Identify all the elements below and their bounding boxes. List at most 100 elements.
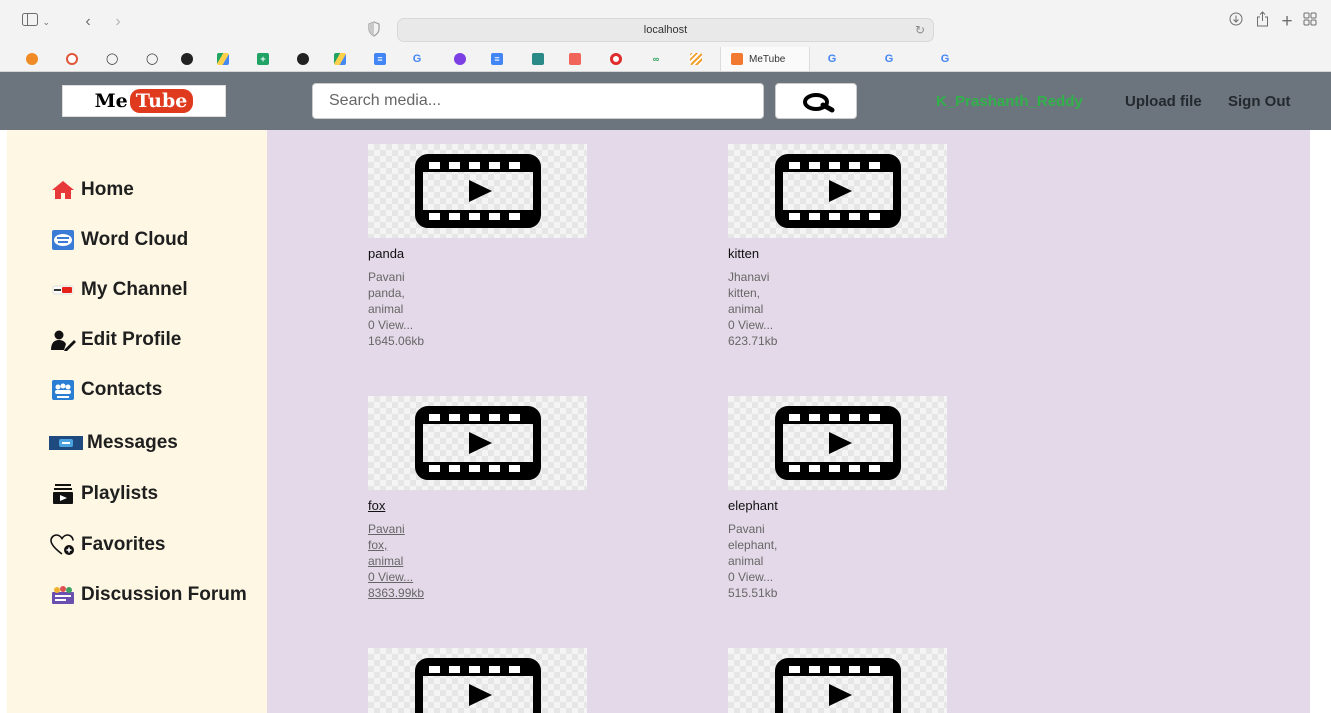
tab-favicon[interactable] xyxy=(440,47,480,71)
address-bar[interactable]: localhost ↻ xyxy=(397,18,934,42)
sidebar-item-label: Messages xyxy=(87,432,178,453)
favorites-icon xyxy=(49,533,77,557)
username-link[interactable]: K_Prashanth_Reddy xyxy=(936,93,1083,110)
media-size: 1645.06kb xyxy=(368,334,425,348)
media-thumbnail[interactable] xyxy=(728,648,947,713)
cube-icon xyxy=(532,53,544,65)
media-title[interactable]: fox xyxy=(368,498,385,513)
sidebar-item-contacts[interactable]: Contacts xyxy=(49,375,162,405)
film-play-icon xyxy=(415,406,541,480)
tab-favicon[interactable] xyxy=(203,47,243,71)
sign-out-link[interactable]: Sign Out xyxy=(1228,93,1291,110)
media-tags: animal xyxy=(368,554,404,568)
tab-favicon[interactable]: ∞ xyxy=(636,47,676,71)
tab-favicon[interactable] xyxy=(676,47,716,71)
media-tags: animal xyxy=(368,302,404,316)
google-icon: G xyxy=(884,53,894,65)
media-uploader: Pavani xyxy=(368,522,405,536)
media-grid: panda Pavani panda, animal 0 View... 164… xyxy=(267,130,1310,713)
reload-icon[interactable]: ↻ xyxy=(915,19,925,41)
sidebar-item-home[interactable]: Home xyxy=(49,175,134,205)
search-button[interactable] xyxy=(775,83,857,119)
tab-strip: ◯ ◯ + ≡ G ≡ ∞ MeTube G G G xyxy=(0,47,1331,71)
sidebar-item-playlists[interactable]: Playlists xyxy=(49,479,158,509)
tab-favicon[interactable] xyxy=(52,47,92,71)
browser-chrome: ⌄ ‹ › localhost ↻ + ◯ ◯ + ≡ G ≡ ∞ MeTube… xyxy=(0,0,1331,72)
tab-favicon[interactable]: ≡ xyxy=(360,47,400,71)
sidebar-item-label: Discussion Forum xyxy=(81,584,247,605)
sidebar-item-label: Word Cloud xyxy=(81,229,189,250)
media-thumbnail[interactable] xyxy=(368,648,587,713)
tab-favicon[interactable]: ◯ xyxy=(92,47,132,71)
forward-icon[interactable]: › xyxy=(108,11,128,33)
orange-circle-icon xyxy=(26,53,38,65)
sidebar-item-label: Home xyxy=(81,179,134,200)
tab-favicon[interactable] xyxy=(596,47,636,71)
sidebar-toggle-icon[interactable]: ⌄ xyxy=(22,11,50,33)
google-icon: G xyxy=(412,53,422,65)
back-icon[interactable]: ‹ xyxy=(78,11,98,33)
sidebar-item-my-channel[interactable]: My Channel xyxy=(49,275,188,305)
stripes-icon xyxy=(690,53,702,65)
media-title[interactable]: panda xyxy=(368,246,404,261)
search-icon xyxy=(803,93,835,113)
sidebar-item-label: Edit Profile xyxy=(81,329,182,350)
edit-profile-icon xyxy=(49,328,77,352)
media-tags: elephant, xyxy=(728,538,778,552)
messages-icon xyxy=(49,431,83,455)
download-icon[interactable] xyxy=(1226,11,1246,33)
word-cloud-icon xyxy=(49,228,77,252)
logo-tube-text: Tube xyxy=(129,89,194,113)
home-icon xyxy=(49,178,77,202)
media-thumbnail[interactable] xyxy=(368,144,587,238)
sidebar-item-messages[interactable]: Messages xyxy=(49,428,178,458)
tab-metube-active[interactable]: MeTube xyxy=(720,47,810,71)
tab-favicon[interactable]: G xyxy=(397,47,437,71)
media-title[interactable]: elephant xyxy=(728,498,778,513)
drive-icon xyxy=(217,53,229,65)
media-title[interactable]: kitten xyxy=(728,246,759,261)
media-views: 0 View... xyxy=(368,318,414,332)
tab-favicon[interactable] xyxy=(555,47,595,71)
upload-file-link[interactable]: Upload file xyxy=(1125,93,1202,110)
media-thumbnail[interactable] xyxy=(728,144,947,238)
tab-favicon[interactable]: ◯ xyxy=(132,47,172,71)
sidebar-item-favorites[interactable]: Favorites xyxy=(49,530,165,560)
tab-favicon[interactable] xyxy=(167,47,207,71)
media-uploader: Pavani xyxy=(728,522,765,536)
sidebar-item-discussion-forum[interactable]: Discussion Forum xyxy=(49,580,247,610)
sheets-icon: + xyxy=(257,53,269,65)
docs-icon: ≡ xyxy=(491,53,503,65)
contacts-icon xyxy=(49,378,77,402)
address-text: localhost xyxy=(643,24,688,36)
privacy-shield-icon[interactable] xyxy=(368,21,380,37)
tab-favicon[interactable] xyxy=(518,47,558,71)
share-icon[interactable] xyxy=(1252,11,1272,33)
metube-logo[interactable]: Me Tube xyxy=(62,85,226,117)
docs-icon: ≡ xyxy=(374,53,386,65)
media-size: 515.51kb xyxy=(728,586,778,600)
sidebar: Home Word Cloud My Channel Edit Profile … xyxy=(7,130,267,713)
youtube-icon xyxy=(49,278,77,302)
tab-favicon[interactable] xyxy=(12,47,52,71)
sidebar-item-edit-profile[interactable]: Edit Profile xyxy=(49,325,181,355)
tab-favicon[interactable] xyxy=(320,47,360,71)
media-thumbnail[interactable] xyxy=(368,396,587,490)
new-tab-icon[interactable]: + xyxy=(1277,11,1297,33)
sidebar-item-word-cloud[interactable]: Word Cloud xyxy=(49,225,188,255)
tab-overview-icon[interactable] xyxy=(1300,11,1320,33)
media-tags: kitten, xyxy=(728,286,761,300)
tab-favicon[interactable]: ≡ xyxy=(477,47,517,71)
tab-favicon[interactable]: G xyxy=(812,47,852,71)
search-input[interactable]: Search media... xyxy=(312,83,764,119)
tab-favicon[interactable]: + xyxy=(243,47,283,71)
media-views: 0 View... xyxy=(728,318,774,332)
sidebar-item-label: Playlists xyxy=(81,483,159,504)
tab-favicon[interactable] xyxy=(283,47,323,71)
media-thumbnail[interactable] xyxy=(728,396,947,490)
tab-favicon[interactable]: G xyxy=(869,47,909,71)
media-tags: animal xyxy=(728,302,764,316)
sidebar-item-label: Favorites xyxy=(81,534,166,555)
tab-favicon[interactable]: G xyxy=(925,47,965,71)
link-icon: ◯ xyxy=(106,53,119,65)
